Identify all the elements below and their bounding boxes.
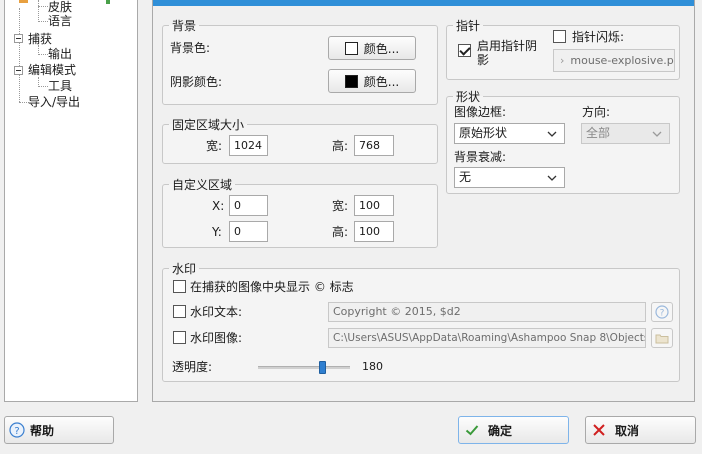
collapse-icon[interactable]	[14, 66, 23, 75]
help-icon: ?	[9, 422, 25, 438]
settings-tree[interactable]: 皮肤 语言 捕获 输出 编辑模式 工具 导入/导出	[4, 0, 138, 402]
accent-bar	[153, 0, 694, 6]
tree-item-tools[interactable]: 工具	[48, 79, 72, 93]
tree-icon-fragment	[106, 0, 110, 4]
fixed-height-input[interactable]: 768	[354, 135, 394, 156]
pointer-flash-label: 指针闪烁:	[572, 30, 625, 44]
pointer-legend: 指针	[456, 19, 481, 33]
cursor-file-value: mouse-explosive.pn	[570, 54, 675, 67]
watermark-text-field[interactable]: Copyright © 2015, $d2	[328, 302, 646, 322]
tree-item-capture[interactable]: 捕获	[28, 32, 52, 46]
browse-folder-button[interactable]	[651, 328, 673, 348]
image-border-value: 原始形状	[459, 126, 508, 140]
shadow-color-button-label: 颜色...	[363, 74, 400, 89]
direction-select[interactable]: 全部	[581, 123, 670, 144]
tree-item-output[interactable]: 输出	[48, 47, 72, 61]
tree-item-import-export[interactable]: 导入/导出	[28, 95, 80, 109]
fixed-area-legend: 固定区域大小	[172, 118, 245, 132]
tree-icon-fragment	[19, 0, 28, 3]
custom-width-label: 宽:	[332, 199, 349, 213]
folder-icon	[655, 334, 669, 344]
tree-connector	[38, 0, 39, 22]
enable-pointer-shadow-checkbox[interactable]	[458, 44, 471, 57]
opacity-label: 透明度:	[172, 360, 213, 374]
shadow-color-button[interactable]: 颜色...	[328, 69, 416, 93]
show-center-logo-checkbox[interactable]	[173, 280, 186, 293]
shape-legend: 形状	[456, 90, 481, 104]
fixed-area-group: 固定区域大小	[162, 116, 438, 164]
bg-color-button[interactable]: 颜色...	[328, 36, 416, 60]
watermark-image-label: 水印图像:	[190, 331, 243, 345]
background-fade-label: 背景衰减:	[454, 150, 507, 164]
tree-connector	[38, 86, 48, 87]
cursor-file-field[interactable]: › mouse-explosive.pn	[553, 49, 675, 72]
custom-area-group: 自定义区域	[162, 176, 438, 248]
image-border-select[interactable]: 原始形状	[454, 123, 565, 144]
cancel-button[interactable]: 取消	[585, 416, 696, 444]
watermark-text-label: 水印文本:	[190, 305, 243, 319]
watermark-image-field[interactable]: C:\Users\ASUS\AppData\Roaming\Ashampoo S…	[328, 328, 646, 348]
enable-pointer-shadow-label: 启用指针阴	[477, 39, 538, 53]
help-button-label: 帮助	[30, 423, 55, 438]
watermark-image-checkbox[interactable]	[173, 331, 186, 344]
bg-color-button-label: 颜色...	[363, 41, 400, 56]
fixed-width-input[interactable]: 1024	[229, 135, 268, 156]
shadow-color-swatch	[344, 74, 358, 88]
custom-x-input[interactable]: 0	[229, 195, 268, 216]
custom-height-label: 高:	[332, 225, 349, 239]
fixed-height-label: 高:	[332, 139, 349, 153]
enable-pointer-shadow-label-2: 影	[477, 53, 490, 67]
close-icon	[593, 424, 605, 436]
tree-item-edit-mode[interactable]: 编辑模式	[28, 63, 76, 77]
background-fade-value: 无	[459, 170, 472, 184]
tree-item-skin[interactable]: 皮肤	[48, 0, 72, 14]
custom-area-legend: 自定义区域	[172, 178, 233, 192]
pointer-flash-checkbox[interactable]	[553, 30, 566, 43]
help-button[interactable]: ? 帮助	[4, 416, 114, 444]
chevron-down-icon	[652, 131, 662, 137]
watermark-text-checkbox[interactable]	[173, 305, 186, 318]
question-icon: ?	[655, 305, 669, 319]
svg-text:?: ?	[14, 426, 19, 437]
bg-color-label: 背景色:	[170, 41, 211, 55]
ok-button[interactable]: 确定	[458, 416, 569, 444]
tree-connector	[38, 54, 48, 55]
tree-item-language[interactable]: 语言	[48, 14, 72, 28]
ok-button-label: 确定	[488, 423, 513, 438]
tree-connector	[38, 6, 48, 7]
opacity-slider-thumb[interactable]	[319, 361, 327, 374]
chevron-right-icon: ›	[560, 54, 565, 67]
chevron-down-icon	[547, 175, 557, 181]
watermark-legend: 水印	[172, 262, 197, 276]
background-fade-select[interactable]: 无	[454, 167, 565, 188]
image-border-label: 图像边框:	[454, 105, 507, 119]
custom-y-label: Y:	[212, 225, 222, 239]
cancel-button-label: 取消	[615, 423, 640, 438]
custom-width-input[interactable]: 100	[354, 195, 394, 216]
direction-value: 全部	[586, 126, 611, 140]
opacity-value: 180	[362, 360, 383, 373]
tree-connector	[38, 21, 48, 22]
direction-label: 方向:	[582, 105, 611, 119]
help-icon-button[interactable]: ?	[651, 302, 673, 322]
fixed-width-label: 宽:	[206, 139, 223, 153]
checkmark-icon	[465, 425, 479, 436]
bg-color-swatch	[344, 41, 358, 55]
opacity-slider-track[interactable]	[258, 366, 350, 369]
chevron-down-icon	[547, 131, 557, 137]
shadow-color-label: 阴影颜色:	[170, 75, 223, 89]
custom-y-input[interactable]: 0	[229, 221, 268, 242]
custom-height-input[interactable]: 100	[354, 221, 394, 242]
show-center-logo-label: 在捕获的图像中央显示 © 标志	[190, 280, 354, 294]
tree-connector	[19, 8, 20, 102]
svg-text:?: ?	[660, 309, 665, 319]
collapse-icon[interactable]	[14, 34, 23, 43]
custom-x-label: X:	[212, 199, 225, 213]
background-legend: 背景	[172, 19, 197, 33]
